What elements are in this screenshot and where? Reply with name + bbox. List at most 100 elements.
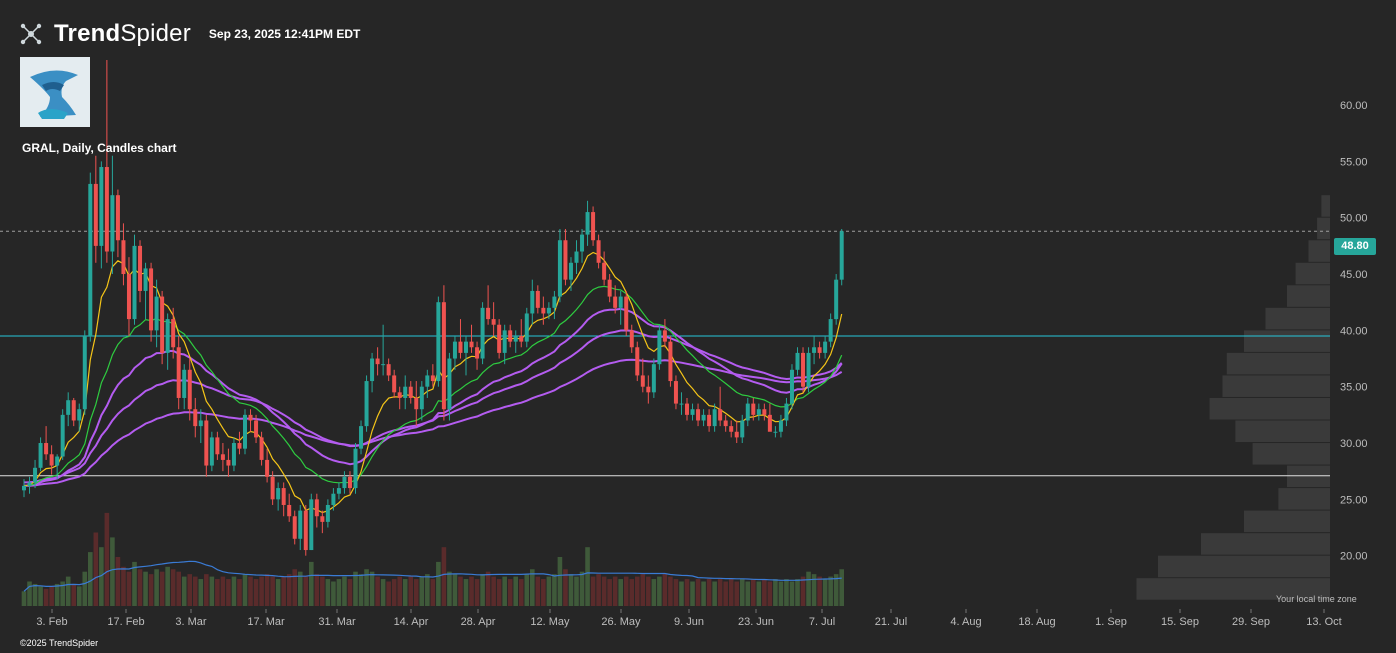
volume-bar — [110, 537, 115, 606]
candle — [502, 324, 507, 365]
candle — [325, 499, 330, 528]
candle — [618, 290, 623, 325]
x-tick-label: 18. Aug — [1018, 616, 1055, 628]
volume-bar — [673, 579, 679, 606]
volume-bar — [491, 576, 496, 606]
volume-bar — [220, 576, 226, 606]
x-tick-label: 26. May — [601, 616, 641, 628]
candle — [795, 347, 800, 376]
volume-profile-bar — [1287, 285, 1330, 307]
volume-bar — [93, 532, 99, 606]
y-tick-label: 40.00 — [1340, 325, 1368, 337]
candle — [602, 251, 607, 286]
candle — [767, 403, 772, 432]
candle — [789, 364, 794, 410]
x-tick-label: 17. Feb — [107, 616, 144, 628]
volume-bar — [386, 581, 391, 606]
candle — [823, 336, 828, 359]
candle — [646, 375, 651, 404]
volume-bar — [552, 574, 557, 606]
volume-bar — [574, 576, 579, 606]
candle — [806, 347, 811, 393]
x-tick-label: 14. Apr — [394, 616, 429, 628]
candle — [60, 409, 65, 460]
candle — [475, 341, 480, 370]
last-price-value: 48.80 — [1341, 240, 1369, 252]
volume-bar — [253, 579, 259, 606]
candle — [480, 302, 485, 365]
volume-profile-bar — [1244, 330, 1330, 352]
volume-bar — [170, 569, 176, 606]
volume-bar — [54, 583, 60, 606]
candle — [49, 445, 54, 475]
candle — [370, 352, 375, 393]
candle — [209, 431, 214, 472]
x-tick-label: 15. Sep — [1161, 616, 1199, 628]
volume-bar — [38, 586, 43, 606]
volume-bar — [662, 574, 668, 606]
volume-profile-bar — [1317, 217, 1330, 240]
volume-profile-bar — [1295, 262, 1330, 285]
volume-bar — [458, 576, 463, 606]
volume-bar — [369, 571, 375, 606]
volume-bar — [728, 579, 734, 606]
header: TrendSpider Sep 23, 2025 12:41PM EDT — [18, 20, 360, 48]
candle — [220, 443, 225, 472]
volume-bar — [209, 576, 215, 606]
volume-bar — [530, 569, 535, 606]
volume-bar — [762, 579, 767, 606]
volume-bar — [712, 581, 717, 606]
candle — [762, 403, 767, 421]
volume-bar — [49, 586, 54, 606]
volume-bar — [557, 557, 563, 606]
candle — [486, 285, 491, 325]
volume-bar — [795, 579, 800, 606]
y-tick-label: 35.00 — [1340, 382, 1368, 394]
volume-bar — [408, 576, 414, 606]
volume-bar — [513, 576, 519, 606]
x-axis: 3. Feb 17. Feb 3. Mar 17. Mar 31. Mar 14. Apr… — [36, 609, 1342, 628]
volume-bar — [485, 571, 491, 606]
candle — [182, 364, 187, 410]
candle — [320, 510, 325, 534]
x-tick-label: 23. Jun — [738, 616, 774, 628]
candle — [353, 443, 358, 494]
y-tick-label: 55.00 — [1340, 156, 1368, 168]
candle — [591, 206, 596, 246]
candle — [497, 319, 502, 359]
volume-bar — [27, 581, 32, 606]
volume-bar — [474, 579, 480, 606]
ema-slow-2 — [23, 329, 843, 484]
volume-bar — [469, 576, 474, 606]
candle — [425, 369, 430, 398]
volume-bar — [585, 547, 590, 606]
candle — [784, 397, 789, 427]
volume-bar — [535, 576, 541, 606]
volume-bar — [204, 574, 209, 606]
candle — [71, 397, 76, 427]
candle — [574, 240, 579, 275]
volume-bar — [751, 579, 756, 606]
volume-bar — [331, 581, 336, 606]
volume-profile-bar — [1278, 488, 1330, 510]
symbol-title: GRAL, Daily, Candles chart — [22, 141, 177, 155]
candle — [381, 324, 386, 376]
candle — [336, 482, 341, 500]
candle — [834, 274, 839, 325]
candle — [734, 420, 739, 444]
candle — [331, 488, 336, 511]
volume-bar — [413, 579, 419, 606]
volume-bar — [226, 579, 231, 606]
candle — [817, 341, 822, 359]
volume-bar — [828, 576, 833, 606]
x-tick-label: 3. Feb — [36, 616, 67, 628]
x-tick-label: 9. Jun — [674, 616, 704, 628]
candle — [231, 437, 236, 472]
candle — [723, 414, 728, 432]
volume-bar — [463, 579, 469, 606]
volume-bar — [264, 574, 270, 606]
volume-bar — [32, 583, 38, 606]
volume-bar — [88, 552, 93, 606]
price-chart[interactable]: 20.00 25.00 30.00 35.00 40.00 45.00 50.00 55.00… — [0, 0, 1396, 653]
y-tick-label: 50.00 — [1340, 213, 1368, 225]
